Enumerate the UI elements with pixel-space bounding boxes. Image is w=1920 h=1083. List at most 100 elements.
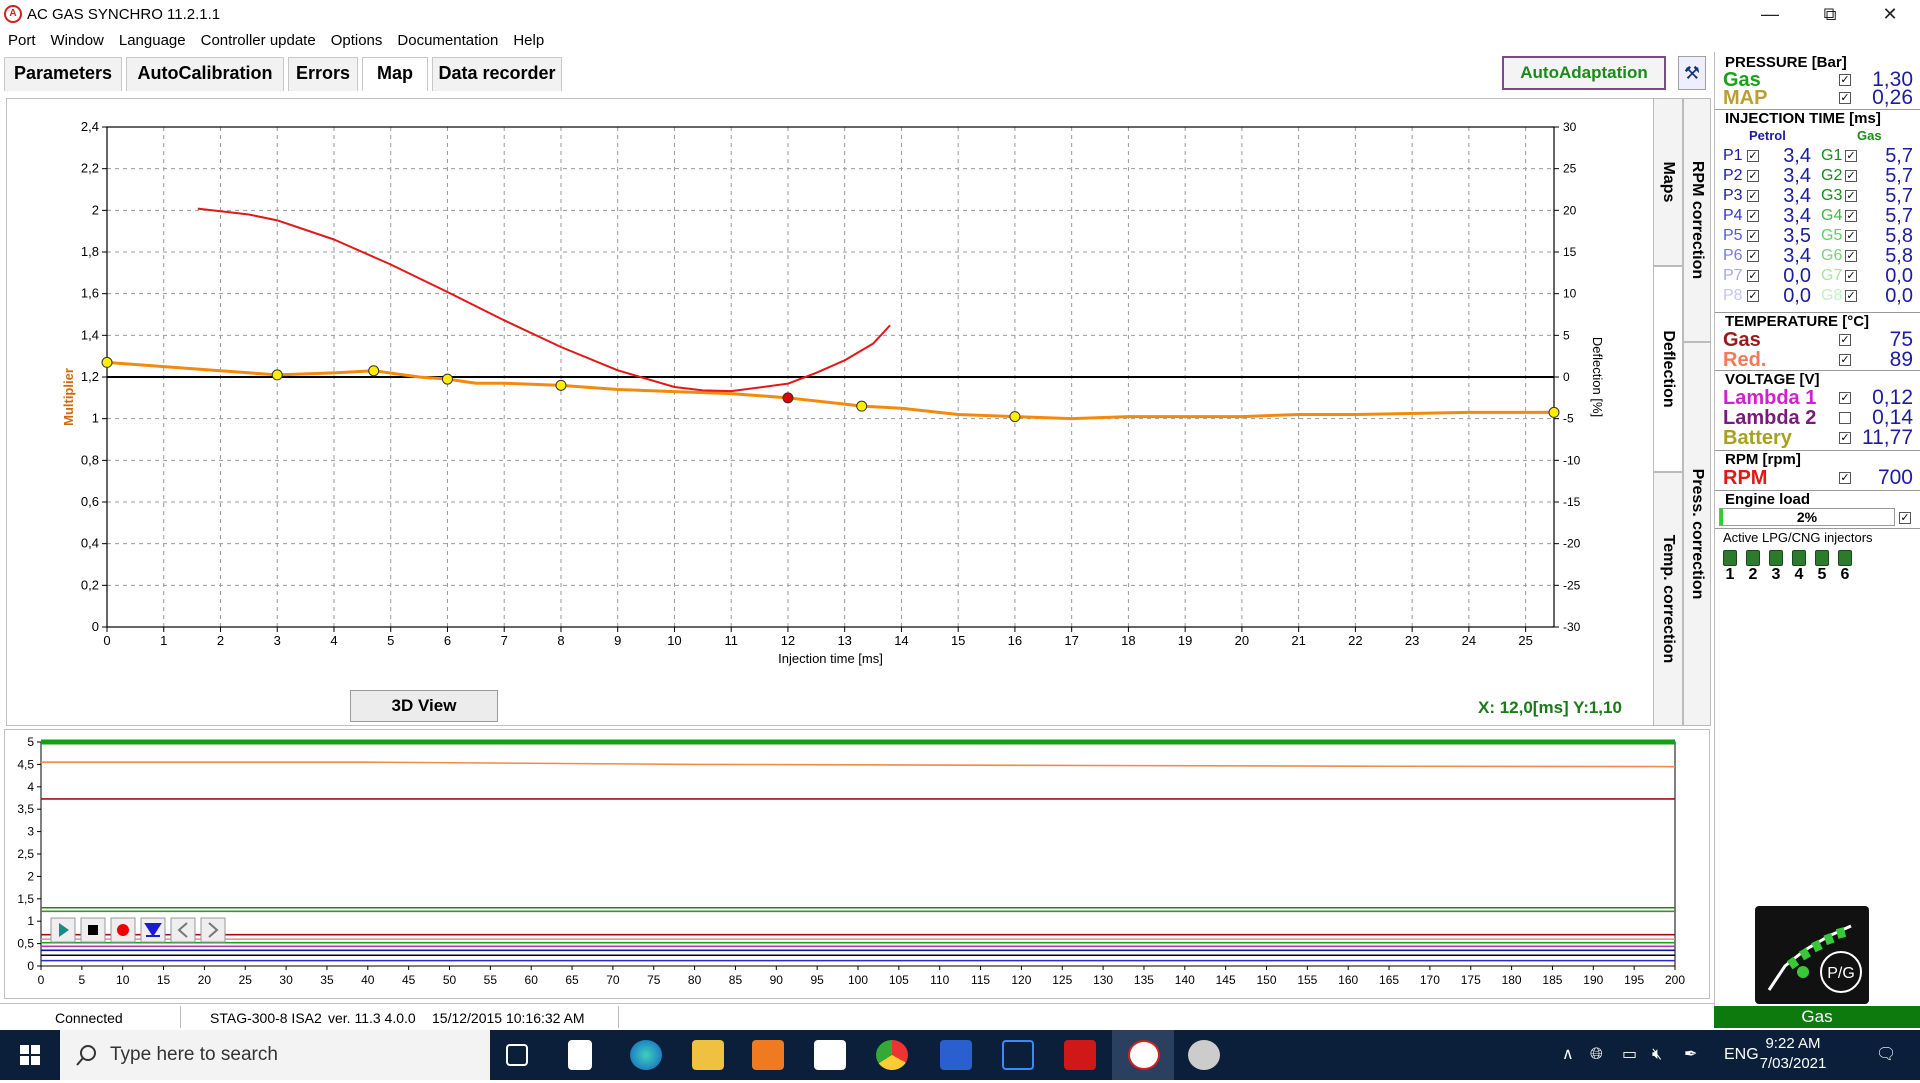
map-point-marker[interactable] [271,369,283,381]
battery-checkbox[interactable]: ✓ [1839,432,1851,444]
media-player-icon[interactable] [752,1040,784,1070]
vpn-icon[interactable] [1002,1040,1034,1070]
device-name: STAG-300-8 ISA2 [210,1010,322,1026]
petrol-injector-label: P1 [1723,147,1743,164]
tab-autocalibration[interactable]: AutoCalibration [126,57,284,91]
paint-icon[interactable] [1188,1040,1220,1070]
temp-reducer-checkbox[interactable]: ✓ [1839,354,1851,366]
recorder-x-tick-label: 95 [810,973,824,987]
volume-muted-icon[interactable]: 🔇︎ [1652,1030,1662,1080]
next-icon[interactable] [200,917,226,943]
map-point-marker[interactable] [1009,411,1021,423]
map-point-marker[interactable] [441,373,453,385]
petrol-injector-checkbox[interactable]: ✓ [1747,250,1759,262]
map-point-marker[interactable] [1548,406,1560,418]
map-point-marker[interactable] [368,365,380,377]
gas-injector-checkbox[interactable]: ✓ [1845,290,1857,302]
recorder-x-tick-label: 195 [1624,973,1644,987]
start-button[interactable] [0,1030,58,1080]
taskbar-search[interactable]: Type here to search [60,1030,490,1080]
menu-port[interactable]: Port [0,30,43,50]
gas-injector-checkbox[interactable]: ✓ [1845,230,1857,242]
store-icon[interactable] [814,1040,846,1070]
temp-gas-checkbox[interactable]: ✓ [1839,334,1851,346]
pen-icon[interactable]: ✒︎ [1684,1030,1697,1080]
tray-chevron-up-icon[interactable]: ∧ [1562,1030,1574,1080]
battery-icon[interactable]: ▭ [1622,1030,1637,1080]
petrol-injector-label: P8 [1723,287,1743,304]
menu-controller-update[interactable]: Controller update [193,30,323,50]
system-clock[interactable]: 9:22 AM 7/03/2021 [1738,1034,1848,1074]
side-tab-rpm-correction[interactable]: RPM correction [1683,98,1711,342]
side-tab-deflection[interactable]: Deflection [1653,266,1683,472]
petrol-injector-checkbox[interactable]: ✓ [1747,190,1759,202]
minimize-button[interactable]: — [1740,0,1800,30]
control-button-frame[interactable] [170,917,196,943]
recorder-x-tick-label: 130 [1093,973,1113,987]
y-right-tick-label: 30 [1563,120,1577,134]
recorder-chart[interactable]: 0 5 10 15 20 25 30 35 40 45 50 55 60 65 70 75 80 85 90 95 10… [5,730,1711,1000]
petrol-injector-checkbox[interactable]: ✓ [1747,210,1759,222]
pressure-gas-checkbox[interactable]: ✓ [1839,74,1851,86]
rpm-checkbox[interactable]: ✓ [1839,472,1851,484]
petrol-injector-checkbox[interactable]: ✓ [1747,150,1759,162]
side-tab-press-correction[interactable]: Press. correction [1683,342,1711,726]
download-icon[interactable] [140,917,166,943]
map-point-marker[interactable] [782,392,794,404]
task-view-icon[interactable] [506,1044,528,1066]
map-point-marker[interactable] [856,400,868,412]
edge-icon[interactable] [630,1040,662,1070]
side-tab-temp-correction[interactable]: Temp. correction [1653,472,1683,726]
tab-errors[interactable]: Errors [288,57,358,91]
injection-row-3: P3 ✓ 3,4 G3 ✓ 5,7 [1715,186,1920,206]
file-explorer-icon[interactable] [692,1040,724,1070]
stop-icon[interactable] [80,917,106,943]
tab-data-recorder[interactable]: Data recorder [432,57,562,91]
acrobat-icon[interactable] [1064,1040,1096,1070]
multiplier-chart[interactable]: 0 1 2 3 4 5 6 7 8 9 10 11 12 13 14 15 16 17 18 19 20 21 22 23 24… [7,99,1655,727]
menu-language[interactable]: Language [111,30,193,50]
record-icon[interactable] [110,917,136,943]
tab-map[interactable]: Map [362,57,428,91]
deflection-curve [197,207,891,393]
engine-load-checkbox[interactable]: ✓ [1899,512,1911,524]
lambda2-checkbox[interactable] [1839,412,1851,424]
map-point-marker[interactable] [101,356,113,368]
3d-view-button[interactable]: 3D View [350,690,498,722]
close-button[interactable]: ✕ [1860,0,1920,30]
gas-injector-checkbox[interactable]: ✓ [1845,170,1857,182]
lambda1-checkbox[interactable]: ✓ [1839,392,1851,404]
gas-injector-checkbox[interactable]: ✓ [1845,270,1857,282]
petrol-injector-checkbox[interactable]: ✓ [1747,290,1759,302]
recorder-x-tick-label: 200 [1665,973,1685,987]
gas-injector-checkbox[interactable]: ✓ [1845,210,1857,222]
tab-parameters[interactable]: Parameters [4,57,122,91]
menu-window[interactable]: Window [43,30,111,50]
control-button-frame[interactable] [200,917,226,943]
map-point-marker[interactable] [555,379,567,391]
menu-documentation[interactable]: Documentation [389,30,505,50]
prev-icon[interactable] [170,917,196,943]
gas-injector-checkbox[interactable]: ✓ [1845,250,1857,262]
gas-injector-checkbox[interactable]: ✓ [1845,190,1857,202]
network-globe-icon[interactable]: 🌐︎ [1590,1030,1603,1080]
word-document-icon[interactable] [940,1040,972,1070]
play-icon[interactable] [50,917,76,943]
notifications-icon[interactable]: 🗨︎ [1876,1030,1896,1080]
chrome-icon[interactable] [876,1040,908,1070]
petrol-injector-checkbox[interactable]: ✓ [1747,170,1759,182]
restore-button[interactable]: ⧉ [1800,0,1860,30]
autoadaptation-button[interactable]: AutoAdaptation [1502,56,1666,90]
gas-injector-checkbox[interactable]: ✓ [1845,150,1857,162]
side-tab-maps[interactable]: Maps [1653,98,1683,266]
tool-icon[interactable]: ⚒ [1678,56,1706,90]
recorder-y-tick-label: 4,5 [17,757,34,771]
pressure-map-checkbox[interactable]: ✓ [1839,92,1851,104]
recorder-y-tick-label: 0,5 [17,937,34,951]
x-tick-label: 25 [1518,633,1532,648]
petrol-injector-checkbox[interactable]: ✓ [1747,230,1759,242]
petrol-injector-checkbox[interactable]: ✓ [1747,270,1759,282]
notepad-icon[interactable] [568,1040,592,1070]
menu-options[interactable]: Options [323,30,390,50]
menu-help[interactable]: Help [505,30,551,50]
